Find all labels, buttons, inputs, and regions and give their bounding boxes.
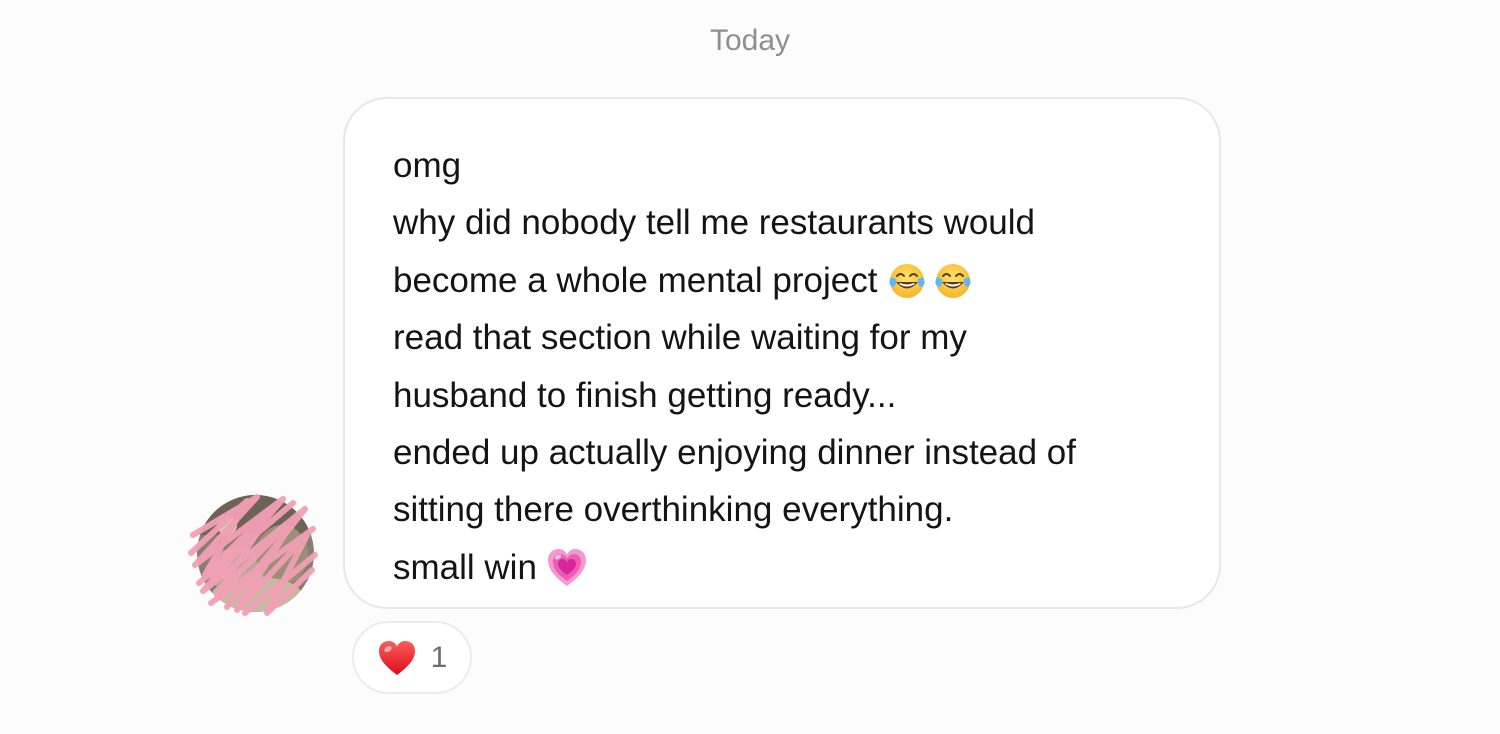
tears-of-joy-icon [933,261,973,301]
message-line-text: why did nobody tell me restaurants would [393,203,1036,243]
reaction-count: 1 [430,640,448,674]
message-line: omg [393,137,1179,194]
reaction-badge[interactable]: 1 [352,621,472,694]
message-line: ended up actually enjoying dinner instea… [393,424,1179,481]
message-line: read that section while waiting for my [393,309,1179,366]
growing-heart-icon [547,548,587,588]
message-line: why did nobody tell me restaurants would [393,194,1179,251]
message-line: become a whole mental project [393,252,1179,309]
message-bubble[interactable]: omg why did nobody tell me restaurants wo… [343,97,1221,609]
message-line: husband to finish getting ready... [393,367,1179,424]
message-line: sitting there overthinking everything. [393,481,1179,538]
message-line-text: husband to finish getting ready... [393,375,897,415]
tears-of-joy-icon [887,261,927,301]
red-heart-icon [378,640,415,675]
message-line-text: omg [393,146,462,185]
sender-avatar[interactable] [188,494,318,616]
chat-thread: Today omg why did nobody tell me restaura… [0,0,1500,734]
message-line-text: small win [393,547,537,587]
date-separator: Today [709,24,791,57]
redacted-avatar-icon [188,494,318,616]
message-line-text: read that section while waiting for my [393,318,967,358]
message-line-text: become a whole mental project [393,260,878,300]
message-line-text: sitting there overthinking everything. [393,490,954,530]
message-line: small win [393,539,1179,596]
message-line-text: ended up actually enjoying dinner instea… [393,433,1076,473]
